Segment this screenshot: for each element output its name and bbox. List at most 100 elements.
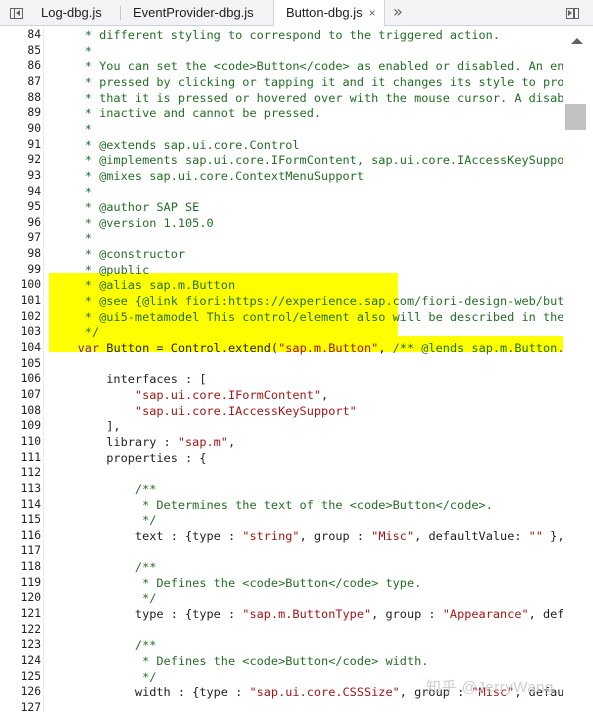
line-number[interactable]: 106 (0, 371, 41, 387)
code-token: "string" (242, 528, 300, 543)
code-text: */ (49, 325, 100, 340)
code-editor[interactable]: 84 * different styling to correspond to … (0, 26, 593, 712)
code-line: 97 * (0, 230, 563, 246)
scroll-up-arrow-icon[interactable] (571, 38, 583, 44)
code-line: 96 * @version 1.105.0 (0, 215, 563, 231)
code-line: 95 * @author SAP SE (0, 199, 563, 215)
line-number[interactable]: 118 (0, 559, 41, 575)
code-text: library : "sap.m", (49, 434, 563, 450)
code-line: 86 * You can set the <code>Button</code>… (0, 58, 563, 74)
more-tabs-chevron-icon[interactable]: » (393, 0, 403, 26)
line-number[interactable]: 126 (0, 684, 41, 700)
line-number[interactable]: 99 (0, 262, 41, 278)
code-line: 87 * pressed by clicking or tapping it a… (0, 74, 563, 90)
code-text: * You can set the <code>Button</code> as… (49, 59, 563, 74)
line-number[interactable]: 88 (0, 90, 41, 106)
line-number[interactable]: 122 (0, 622, 41, 638)
code-line: 121 type : {type : "sap.m.ButtonType", g… (0, 606, 563, 622)
code-token: "sap.ui.core.IFormContent" (134, 387, 322, 402)
line-number[interactable]: 100 (0, 277, 41, 293)
line-number[interactable]: 125 (0, 669, 41, 685)
line-number[interactable]: 109 (0, 418, 41, 434)
line-number[interactable]: 94 (0, 184, 41, 200)
code-text: */ (49, 513, 157, 528)
code-line: 89 * inactive and cannot be pressed. (0, 105, 563, 121)
code-token: "" (528, 528, 543, 543)
code-token: , (378, 341, 393, 355)
line-number[interactable]: 112 (0, 465, 41, 481)
code-text: * @version 1.105.0 (49, 215, 214, 230)
code-text: "sap.ui.core.IAccessKeySupport" (49, 403, 563, 419)
toggle-navigator-icon[interactable] (7, 4, 25, 22)
line-number[interactable]: 104 (0, 340, 41, 356)
line-number[interactable]: 89 (0, 105, 41, 121)
code-token: text : {type : (49, 528, 243, 543)
toggle-debugger-sidebar-icon[interactable] (563, 4, 581, 22)
line-number[interactable]: 121 (0, 606, 41, 622)
line-number[interactable]: 124 (0, 653, 41, 669)
line-number[interactable]: 110 (0, 434, 41, 450)
tab-log-dbg[interactable]: Log-dbg.js (41, 0, 102, 25)
line-number[interactable]: 127 (0, 700, 41, 712)
code-text: * different styling to correspond to the… (49, 28, 501, 42)
code-text: /** (49, 560, 157, 575)
line-number[interactable]: 91 (0, 137, 41, 153)
code-token: var (77, 341, 100, 355)
line-number[interactable]: 107 (0, 387, 41, 403)
code-text: * @author SAP SE (49, 200, 200, 215)
code-text: * @see {@link fiori:https://experience.s… (49, 294, 563, 309)
code-line: 120 */ (0, 590, 563, 606)
tab-label: Button-dbg.js (286, 5, 363, 20)
line-number[interactable]: 95 (0, 199, 41, 215)
code-text: /** (49, 638, 157, 653)
line-number[interactable]: 113 (0, 481, 41, 497)
line-number[interactable]: 103 (0, 324, 41, 340)
line-number[interactable]: 119 (0, 575, 41, 591)
line-number[interactable]: 116 (0, 528, 41, 544)
line-number[interactable]: 87 (0, 74, 41, 90)
line-number[interactable]: 101 (0, 293, 41, 309)
line-number[interactable]: 92 (0, 152, 41, 168)
code-line: 124 * Defines the <code>Button</code> wi… (0, 653, 563, 669)
line-number[interactable]: 96 (0, 215, 41, 231)
tab-label: Log-dbg.js (41, 5, 102, 20)
code-text: type : {type : "sap.m.ButtonType", group… (49, 606, 563, 622)
code-text: * (49, 231, 92, 246)
line-number[interactable]: 120 (0, 590, 41, 606)
code-line: 107 "sap.ui.core.IFormContent", (0, 387, 563, 403)
code-line: 102 * @ui5-metamodel This control/elemen… (0, 309, 563, 325)
line-number[interactable]: 117 (0, 543, 41, 559)
line-number[interactable]: 97 (0, 230, 41, 246)
line-number[interactable]: 114 (0, 497, 41, 513)
tab-button-dbg[interactable]: Button-dbg.js × (273, 0, 385, 26)
code-token: /** @lends sap.m.Button.prototype */ (392, 341, 563, 355)
close-tab-icon[interactable]: × (369, 6, 376, 20)
scrollbar-thumb[interactable] (565, 104, 586, 130)
line-number[interactable]: 93 (0, 168, 41, 184)
tab-eventprovider-dbg[interactable]: EventProvider-dbg.js (133, 0, 254, 25)
line-number[interactable]: 111 (0, 450, 41, 466)
code-line: 108 "sap.ui.core.IAccessKeySupport" (0, 403, 563, 419)
line-number[interactable]: 102 (0, 309, 41, 325)
code-text: "sap.ui.core.IFormContent", (49, 387, 563, 403)
line-number[interactable]: 123 (0, 637, 41, 653)
line-number[interactable]: 105 (0, 356, 41, 372)
code-token: "sap.m.ButtonType" (242, 607, 372, 622)
code-text: * @mixes sap.ui.core.ContextMenuSupport (49, 168, 364, 183)
code-text: * @extends sap.ui.core.Control (49, 137, 300, 152)
line-number[interactable]: 108 (0, 403, 41, 419)
code-text: * (49, 43, 92, 58)
code-line: 94 * (0, 184, 563, 200)
code-line: 123 /** (0, 637, 563, 653)
line-number[interactable]: 84 (0, 27, 41, 43)
vertical-scrollbar[interactable] (563, 26, 593, 712)
line-number[interactable]: 98 (0, 246, 41, 262)
line-number[interactable]: 90 (0, 121, 41, 137)
line-number[interactable]: 115 (0, 512, 41, 528)
code-text: * @ui5-metamodel This control/element al… (49, 309, 563, 324)
line-number[interactable]: 86 (0, 58, 41, 74)
code-token: "sap.ui.core.CSSSize" (249, 685, 400, 700)
line-number[interactable]: 85 (0, 43, 41, 59)
